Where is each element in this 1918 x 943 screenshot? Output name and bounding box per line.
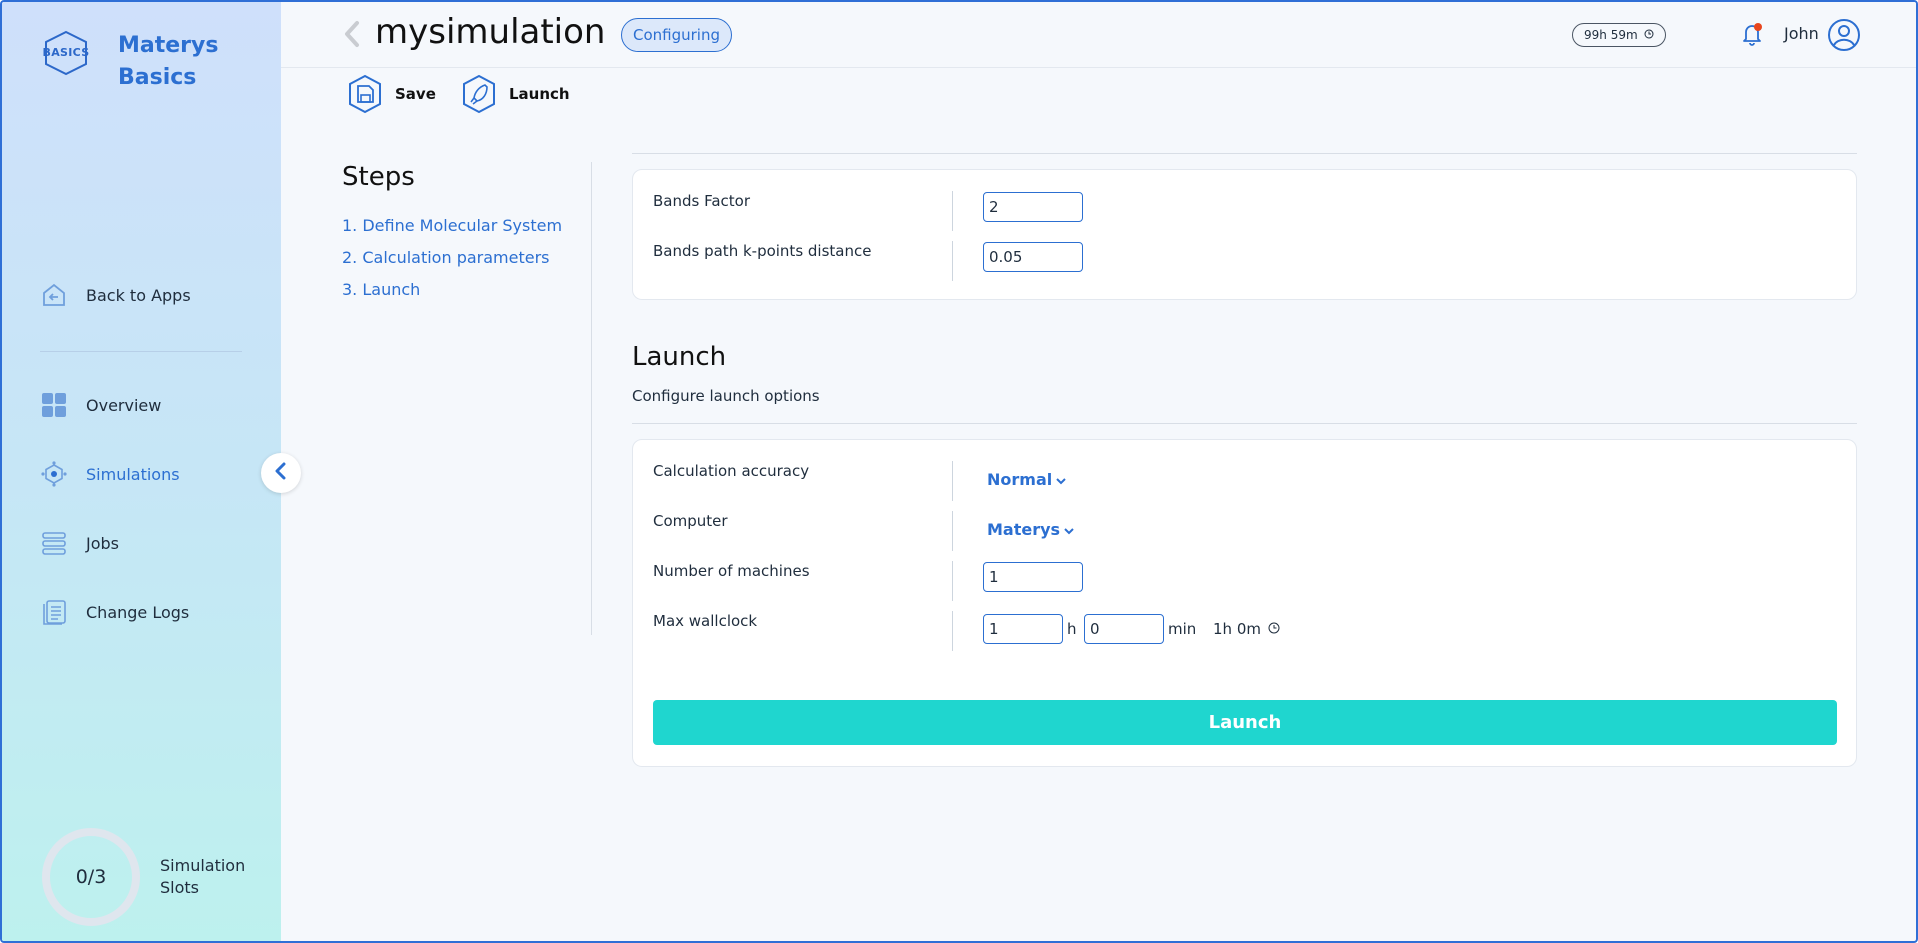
collapse-sidebar-button[interactable]	[261, 453, 301, 493]
bands-factor-input[interactable]	[983, 192, 1083, 222]
steps-separator	[591, 162, 592, 635]
simulation-slots: 0/3 Simulation Slots	[42, 828, 250, 926]
wallclock-hours-input[interactable]	[983, 614, 1063, 644]
brand-logo-icon: BASICS	[40, 30, 92, 76]
sidebar: BASICS Materys Basics Back to Apps Overv…	[2, 2, 281, 941]
chevron-down-icon	[1064, 520, 1074, 539]
row-separator	[952, 461, 953, 501]
row-separator	[952, 241, 953, 281]
chevron-down-icon	[1056, 470, 1066, 489]
number-of-machines-input[interactable]	[983, 562, 1083, 592]
launch-button[interactable]: Launch	[653, 700, 1837, 745]
app-window: BASICS Materys Basics Back to Apps Overv…	[0, 0, 1918, 943]
slots-value: 0/3	[75, 866, 107, 888]
sidebar-divider	[40, 351, 242, 352]
slots-label: Simulation Slots	[160, 856, 246, 897]
max-wallclock-label: Max wallclock	[653, 612, 758, 630]
launch-options-card: Calculation accuracy Normal Computer Mat…	[632, 439, 1857, 767]
sidebar-item-label: Simulations	[86, 464, 180, 484]
sidebar-item-jobs[interactable]: Jobs	[40, 528, 119, 558]
wallclock-summary: 1h 0m	[1213, 620, 1280, 638]
calculation-accuracy-dropdown[interactable]: Normal	[987, 470, 1066, 489]
step-link-launch[interactable]: 3. Launch	[342, 280, 420, 299]
bands-settings-card: Bands Factor Bands path k-points distanc…	[632, 169, 1857, 300]
time-remaining-badge: 99h 59m	[1572, 23, 1666, 47]
save-label: Save	[395, 85, 436, 103]
kpoints-distance-input[interactable]	[983, 242, 1083, 272]
slots-ring: 0/3	[42, 828, 140, 926]
wallclock-minutes-input[interactable]	[1084, 614, 1164, 644]
brand[interactable]: BASICS Materys Basics	[40, 30, 238, 94]
row-separator	[952, 511, 953, 551]
save-icon	[345, 74, 385, 114]
computer-dropdown[interactable]: Materys	[987, 520, 1074, 539]
kpoints-distance-label: Bands path k-points distance	[653, 242, 872, 260]
sidebar-item-overview[interactable]: Overview	[40, 390, 161, 420]
launch-toolbar-button[interactable]: Launch	[459, 74, 570, 114]
row-separator	[952, 561, 953, 601]
sidebar-item-label: Back to Apps	[86, 285, 191, 305]
hours-unit: h	[1067, 620, 1077, 638]
row-separator	[952, 191, 953, 231]
minutes-unit: min	[1168, 620, 1197, 638]
calculation-accuracy-label: Calculation accuracy	[653, 462, 810, 480]
rocket-icon	[459, 74, 499, 114]
simulations-icon	[40, 460, 68, 488]
sidebar-item-label: Jobs	[86, 533, 119, 553]
launch-toolbar-label: Launch	[509, 85, 570, 103]
step-link-calculation-parameters[interactable]: 2. Calculation parameters	[342, 248, 550, 267]
wallclock-summary-text: 1h 0m	[1213, 620, 1261, 638]
stack-icon	[40, 529, 68, 557]
page-title: mysimulation	[375, 12, 606, 52]
sidebar-item-label: Overview	[86, 395, 162, 415]
brand-name: Materys Basics	[118, 33, 219, 90]
status-badge: Configuring	[621, 18, 732, 52]
bands-factor-label: Bands Factor	[653, 192, 751, 210]
avatar[interactable]	[1827, 18, 1861, 56]
notification-dot	[1754, 23, 1762, 31]
brand-logo-text: BASICS	[42, 46, 90, 59]
row-separator	[952, 611, 953, 651]
sidebar-item-change-logs[interactable]: Change Logs	[40, 597, 189, 627]
sidebar-item-label: Change Logs	[86, 602, 190, 622]
section-divider	[632, 423, 1857, 424]
computer-label: Computer	[653, 512, 728, 530]
launch-section-subtitle: Configure launch options	[632, 387, 820, 405]
sidebar-item-back-to-apps[interactable]: Back to Apps	[40, 280, 191, 310]
section-divider	[632, 153, 1857, 154]
step-link-define-molecular-system[interactable]: 1. Define Molecular System	[342, 216, 562, 235]
time-remaining-text: 99h 59m	[1584, 28, 1638, 42]
computer-value: Materys	[987, 520, 1061, 539]
chevron-left-icon	[274, 462, 288, 484]
calculation-accuracy-value: Normal	[987, 470, 1053, 489]
header: mysimulation Configuring 99h 59m John	[281, 2, 1916, 68]
clock-icon	[1644, 24, 1654, 46]
save-button[interactable]: Save	[345, 74, 436, 114]
back-to-apps-icon	[40, 281, 68, 309]
sidebar-item-simulations[interactable]: Simulations	[40, 459, 180, 489]
number-of-machines-label: Number of machines	[653, 562, 810, 580]
logs-icon	[40, 598, 68, 626]
clock-icon	[1268, 620, 1280, 638]
user-name[interactable]: John	[1784, 24, 1819, 43]
launch-section-title: Launch	[632, 342, 727, 372]
grid-icon	[40, 391, 68, 419]
steps-title: Steps	[342, 162, 415, 192]
back-chevron-icon[interactable]	[343, 20, 361, 52]
